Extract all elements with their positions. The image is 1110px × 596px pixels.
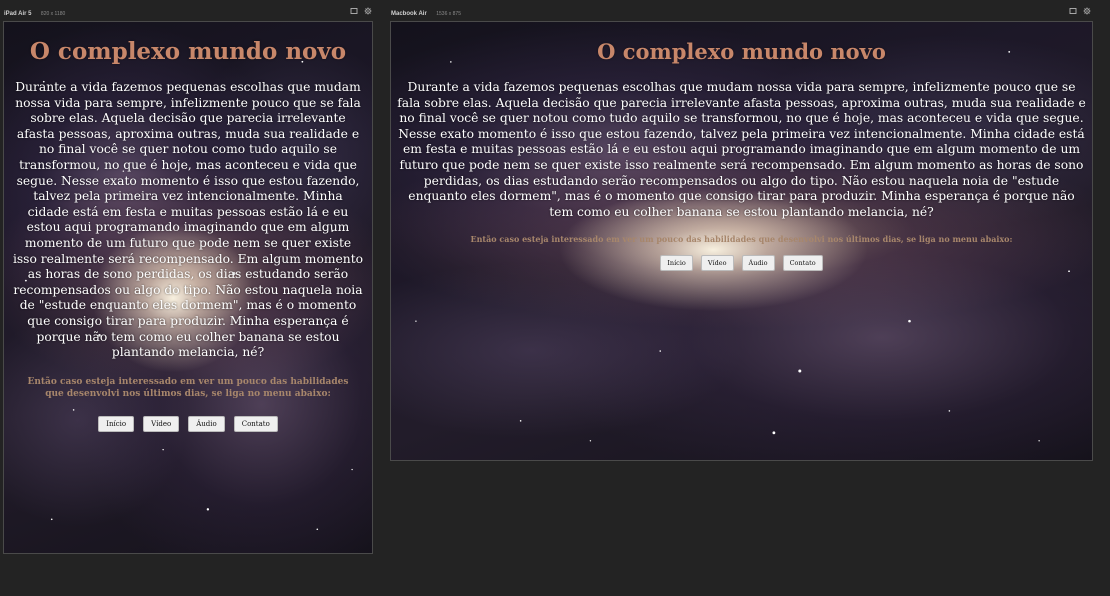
page-title: O complexo mundo novo xyxy=(29,38,347,65)
device-header-macbook: Macbook Air 1536 x 875 xyxy=(391,4,1091,18)
intro-paragraph: Durante a vida fazemos pequenas escolhas… xyxy=(12,80,364,360)
window-icon[interactable] xyxy=(1069,7,1077,15)
menu-button-inicio[interactable]: Início xyxy=(660,255,693,272)
menu-note: Então caso esteja interessado em ver um … xyxy=(470,234,1013,245)
window-icon[interactable] xyxy=(350,7,358,15)
device-dimensions: 820 x 1180 xyxy=(40,11,66,17)
menu-button-video[interactable]: Vídeo xyxy=(143,415,180,432)
menu-button-video[interactable]: Vídeo xyxy=(700,255,734,272)
menu-button-contato[interactable]: Contato xyxy=(782,255,823,272)
menu-button-audio[interactable]: Áudio xyxy=(741,255,775,272)
gear-icon[interactable] xyxy=(364,7,372,15)
main-menu: Início Vídeo Áudio Contato xyxy=(395,255,1088,272)
macbook-preview-frame[interactable]: O complexo mundo novo Durante a vida faz… xyxy=(390,21,1093,461)
device-header-ipad: iPad Air 5 820 x 1180 xyxy=(4,4,372,18)
page-content: O complexo mundo novo Durante a vida faz… xyxy=(391,22,1092,272)
device-name: iPad Air 5 xyxy=(4,11,32,17)
menu-note: Então caso esteja interessado em ver um … xyxy=(27,376,349,400)
ipad-preview-frame[interactable]: O complexo mundo novo Durante a vida faz… xyxy=(3,21,373,554)
device-name: Macbook Air xyxy=(391,11,427,17)
device-dimensions: 1536 x 875 xyxy=(436,11,461,17)
intro-paragraph: Durante a vida fazemos pequenas escolhas… xyxy=(397,80,1086,219)
menu-button-contato[interactable]: Contato xyxy=(233,415,278,432)
main-menu: Início Vídeo Áudio Contato xyxy=(12,415,364,432)
menu-button-audio[interactable]: Áudio xyxy=(188,415,225,432)
menu-button-inicio[interactable]: Início xyxy=(98,415,135,432)
page-title: O complexo mundo novo xyxy=(597,39,886,64)
page-content: O complexo mundo novo Durante a vida faz… xyxy=(4,22,372,432)
gear-icon[interactable] xyxy=(1083,7,1091,15)
